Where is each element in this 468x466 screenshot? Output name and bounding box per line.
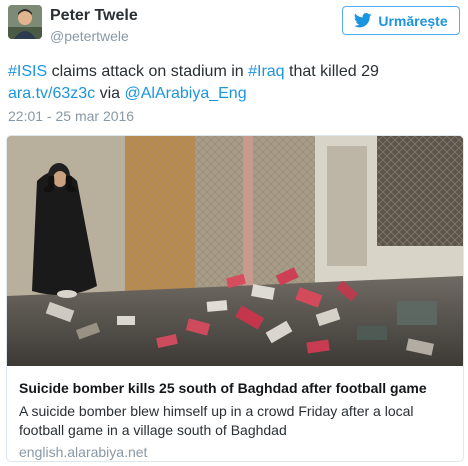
follow-button[interactable]: Urmărește (342, 6, 460, 35)
tweet-text-segment: claims attack on stadium in (47, 63, 249, 80)
follow-button-label: Urmărește (378, 12, 448, 29)
link-card[interactable]: Suicide bomber kills 25 south of Baghdad… (6, 135, 464, 462)
user-name[interactable]: Peter Twele (50, 7, 138, 25)
tweet-text-segment: that killed 29 (284, 63, 379, 80)
article-short-link[interactable]: ara.tv/63z3c (8, 85, 95, 102)
card-body[interactable]: Suicide bomber kills 25 south of Baghdad… (7, 366, 463, 461)
avatar[interactable] (8, 5, 42, 39)
card-description: A suicide bomber blew himself up in a cr… (19, 403, 414, 438)
mention-alarabiya-link[interactable]: @AlArabiya_Eng (125, 85, 247, 102)
twitter-bird-icon (354, 13, 373, 28)
card-title[interactable]: Suicide bomber kills 25 south of Baghdad… (19, 379, 451, 397)
card-domain: english.alarabiya.net (19, 444, 148, 460)
tweet-text-segment: via (95, 85, 125, 102)
tweet-text: #ISIS claims attack on stadium in #Iraq … (8, 61, 463, 105)
stadium-aftermath-photo (7, 136, 463, 366)
card-image[interactable] (7, 136, 463, 366)
tweet-timestamp[interactable]: 22:01 - 25 mar 2016 (8, 108, 134, 124)
hashtag-isis-link[interactable]: #ISIS (8, 63, 47, 80)
user-handle[interactable]: @petertwele (50, 28, 129, 44)
hashtag-iraq-link[interactable]: #Iraq (248, 63, 284, 80)
